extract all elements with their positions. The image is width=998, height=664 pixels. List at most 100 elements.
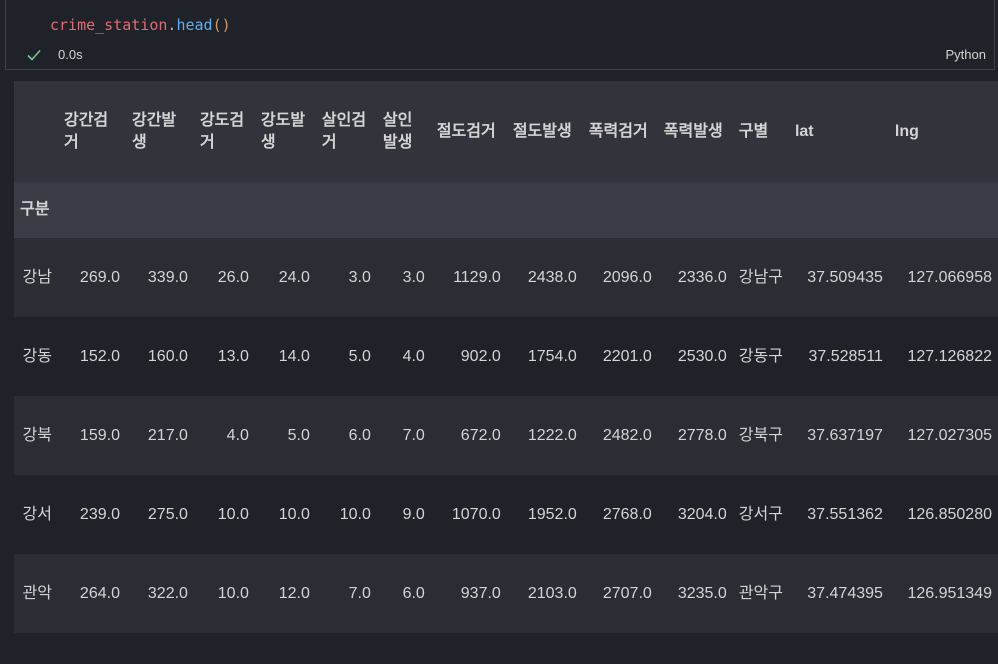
table-cell: 2438.0 [527,268,577,286]
table-cell: 5.0 [348,347,371,365]
check-icon [27,49,41,61]
table-cell: 37.509435 [807,268,883,286]
table-cell: 3.0 [348,268,371,286]
table-cell: 7.0 [402,426,425,444]
table-cell: 3204.0 [677,505,727,523]
execution-time: 0.0s [58,47,83,62]
table-cell: 7.0 [348,584,371,602]
table-cell: 1222.0 [527,426,577,444]
table-cell: 14.0 [278,347,310,365]
table-cell: 10.0 [278,505,310,523]
table-cell: 264.0 [79,584,120,602]
column-header: 구별 [738,122,769,140]
table-cell: 159.0 [79,426,120,444]
table-cell: 127.066958 [907,268,992,286]
table-cell: 1070.0 [451,505,501,523]
table-cell: 4.0 [226,426,249,444]
column-header: 살인발생 [382,111,413,151]
column-header: lat [794,122,814,140]
column-header: 절도발생 [512,122,572,140]
row-index: 강북 [22,426,52,444]
table-cell: 2482.0 [602,426,652,444]
table-cell: 4.0 [402,347,425,365]
table-cell: 127.027305 [907,426,992,444]
index-header-row: 구분 [14,182,998,238]
kernel-language[interactable]: Python [946,47,986,62]
table-row: 강동 152.0 160.0 13.0 14.0 5.0 4.0 902.0 1754.0 220… [14,317,998,396]
row-index: 관악 [22,584,52,602]
table-cell: 6.0 [402,584,425,602]
table-cell: 275.0 [147,505,188,523]
table-cell: 24.0 [278,268,310,286]
table-cell: 2530.0 [677,347,727,365]
column-header: 살인검거 [321,111,367,151]
table-row: 강북 159.0 217.0 4.0 5.0 6.0 7.0 672.0 1222.0 2482.… [14,396,998,475]
table-row: 강서 239.0 275.0 10.0 10.0 10.0 9.0 1070.0 1952.0 2… [14,475,998,554]
index-name: 구분 [20,201,50,218]
column-header: 강간발생 [131,111,177,151]
column-header: 폭력발생 [663,122,723,140]
column-header: 강도검거 [199,111,245,151]
table-cell: 672.0 [460,426,501,444]
table-cell: 3235.0 [677,584,727,602]
column-header: 강도발생 [260,111,306,151]
row-index: 강서 [22,505,52,523]
table-cell: 1129.0 [453,268,501,286]
table-cell: 37.528511 [808,347,883,365]
cell-status-bar: 0.0s Python [6,44,994,66]
table-cell: 339.0 [147,268,188,286]
table-cell: 152.0 [79,347,120,365]
code-variable: crime_station [50,16,168,34]
table-cell: 2778.0 [677,426,727,444]
cell-output: 강간검거 강간발생 강도검거 강도발생 살인검거 살인발생 절도검거 절도발생 … [14,81,998,633]
table-cell: 269.0 [79,268,120,286]
code-function: head [176,16,213,34]
table-cell: 37.637197 [807,426,883,444]
table-cell: 26.0 [217,268,249,286]
table-cell: 10.0 [217,505,249,523]
table-cell: 37.551362 [807,505,883,523]
table-cell: 1754.0 [527,347,577,365]
table-cell: 2707.0 [602,584,652,602]
table-cell: 126.951349 [907,584,992,602]
table-cell: 10.0 [217,584,249,602]
table-body: 강남 269.0 339.0 26.0 24.0 3.0 3.0 1129.0 2438.0 20… [14,238,998,633]
code-parens: () [212,16,231,34]
table-cell: 2336.0 [677,268,727,286]
table-cell: 13.0 [217,347,249,365]
table-cell: 관악구 [738,584,783,602]
table-row: 강남 269.0 339.0 26.0 24.0 3.0 3.0 1129.0 2438.0 20… [14,238,998,317]
code-editor[interactable]: crime_station.head() [50,15,231,35]
column-header: 절도검거 [436,122,496,140]
table-cell: 902.0 [460,347,501,365]
table-cell: 1952.0 [527,505,577,523]
header-corner [14,81,58,182]
table-cell: 2103.0 [527,584,577,602]
code-cell[interactable]: crime_station.head() 0.0s Python [5,0,995,70]
row-index: 강동 [22,347,52,365]
table-cell: 217.0 [147,426,188,444]
table-cell: 126.850280 [907,505,992,523]
table-cell: 10.0 [339,505,371,523]
column-header: 강간검거 [63,111,109,151]
column-header: 폭력검거 [588,122,648,140]
dataframe-table: 강간검거 강간발생 강도검거 강도발생 살인검거 살인발생 절도검거 절도발생 … [14,81,998,633]
table-cell: 37.474395 [807,584,883,602]
table-cell: 322.0 [147,584,188,602]
table-cell: 9.0 [402,505,425,523]
table-cell: 2201.0 [602,347,652,365]
table-cell: 강서구 [738,505,783,523]
table-cell: 239.0 [79,505,120,523]
table-cell: 160.0 [147,347,188,365]
column-header-row: 강간검거 강간발생 강도검거 강도발생 살인검거 살인발생 절도검거 절도발생 … [14,81,998,182]
table-row: 관악 264.0 322.0 10.0 12.0 7.0 6.0 937.0 2103.0 270… [14,554,998,633]
table-cell: 937.0 [460,584,501,602]
table-cell: 강남구 [738,268,783,286]
table-cell: 12.0 [278,584,310,602]
table-cell: 3.0 [402,268,425,286]
table-cell: 2096.0 [602,268,652,286]
table-cell: 127.126822 [907,347,992,365]
row-index: 강남 [22,268,52,286]
table-cell: 강동구 [738,347,783,365]
table-cell: 2768.0 [602,505,652,523]
